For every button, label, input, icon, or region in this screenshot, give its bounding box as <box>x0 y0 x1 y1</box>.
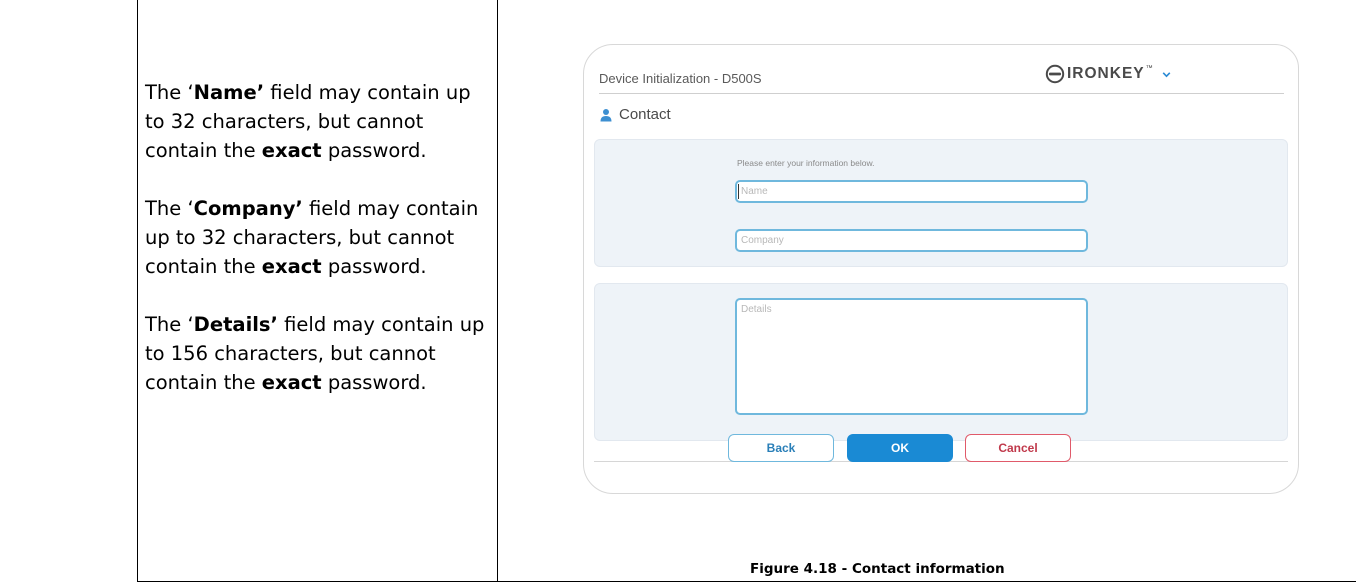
device-initialization-dialog: Device Initialization - D500S IRONKEY ™ … <box>583 44 1299 494</box>
brand-name: IRONKEY <box>1067 65 1145 82</box>
contact-panel: Please enter your information below. Nam… <box>594 139 1288 267</box>
company-input[interactable]: Company <box>735 229 1088 252</box>
brand-logo[interactable]: IRONKEY ™ <box>1045 64 1172 84</box>
name-field-rule: The ‘Name’ field may contain up to 32 ch… <box>145 81 471 162</box>
person-icon <box>600 108 612 121</box>
field-rules-text: The ‘Name’ field may contain up to 32 ch… <box>145 78 490 426</box>
form-prompt: Please enter your information below. <box>737 158 875 168</box>
details-panel: Details <box>594 283 1288 441</box>
brand-trademark: ™ <box>1145 64 1153 72</box>
ironkey-logo-icon <box>1045 64 1065 84</box>
back-button[interactable]: Back <box>728 434 834 462</box>
text-caret <box>738 184 739 199</box>
name-input[interactable]: Name <box>735 180 1088 203</box>
company-placeholder: Company <box>741 235 784 246</box>
company-field-rule: The ‘Company’ field may contain up to 32… <box>145 197 479 278</box>
details-placeholder: Details <box>741 304 772 315</box>
name-placeholder: Name <box>741 186 768 197</box>
details-field-rule: The ‘Details’ field may contain up to 15… <box>145 313 485 394</box>
title-divider <box>599 93 1284 94</box>
cancel-button[interactable]: Cancel <box>965 434 1071 462</box>
section-header: Contact <box>599 106 671 123</box>
dialog-title: Device Initialization - D500S <box>599 71 762 86</box>
ok-button[interactable]: OK <box>847 434 953 462</box>
details-textarea[interactable]: Details <box>735 298 1088 415</box>
figure-caption: Figure 4.18 - Contact information <box>750 561 1005 577</box>
chevron-down-icon[interactable] <box>1161 69 1172 80</box>
section-title: Contact <box>619 106 671 123</box>
table-column-divider <box>497 0 498 582</box>
